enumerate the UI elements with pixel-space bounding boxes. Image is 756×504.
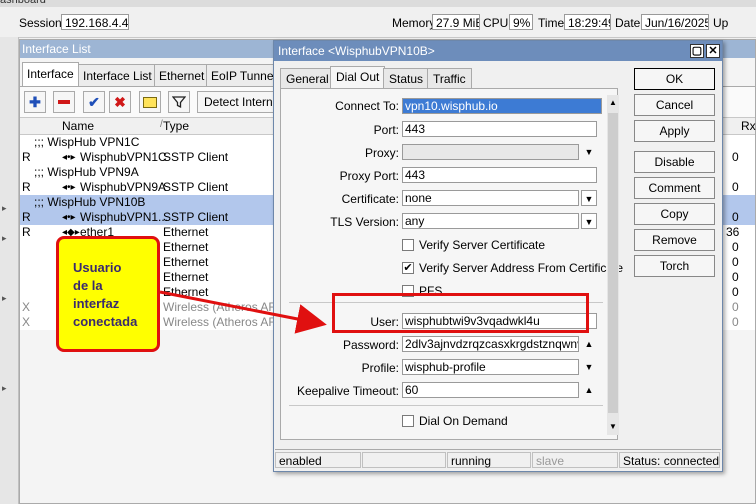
callout-line: interfaz bbox=[73, 296, 120, 311]
callout-line: de la bbox=[73, 278, 103, 293]
annotation-callout: Usuario de la interfaz conectada bbox=[56, 236, 160, 352]
callout-line: Usuario bbox=[73, 260, 122, 275]
callout-line: conectada bbox=[73, 314, 138, 329]
